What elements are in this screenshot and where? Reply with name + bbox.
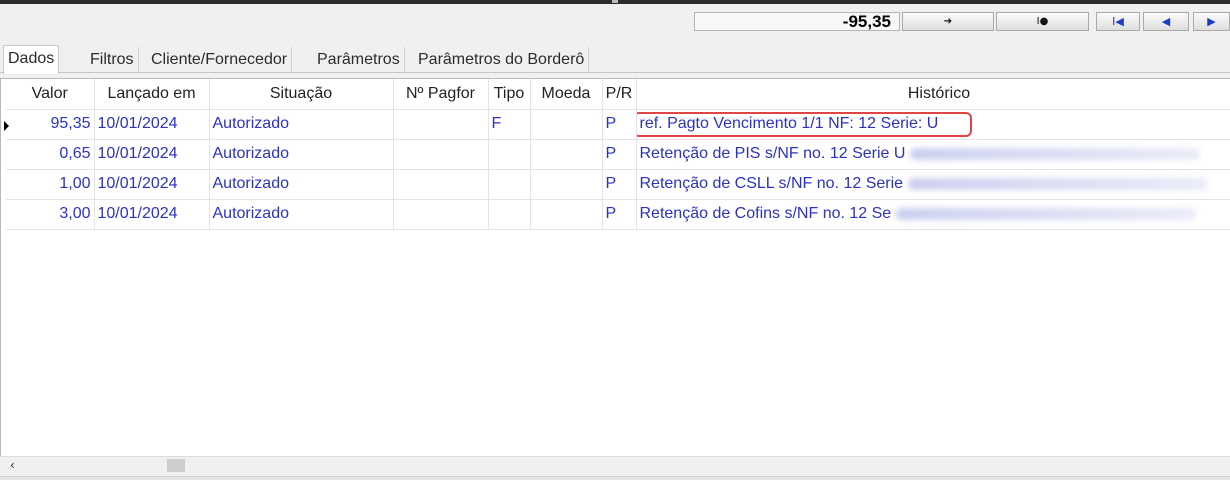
- column-header-moeda[interactable]: Moeda: [530, 79, 603, 110]
- tab-baseline: [0, 72, 1230, 73]
- column-header-pr[interactable]: P/R: [602, 79, 637, 110]
- redacted-text: [909, 147, 1200, 160]
- data-table: Valor Lançado em Situação Nº Pagfor Tipo…: [6, 79, 1230, 230]
- cell-pr[interactable]: P: [602, 169, 637, 200]
- tab-cliente-fornecedor[interactable]: Cliente/Fornecedor: [147, 47, 293, 73]
- tab-filtros[interactable]: Filtros: [86, 47, 139, 73]
- tab-dados[interactable]: Dados: [3, 45, 60, 74]
- table-row[interactable]: 1,00 10/01/2024 Autorizado P Retenção de…: [6, 169, 1230, 200]
- cell-lancado[interactable]: 10/01/2024: [94, 139, 210, 170]
- cell-historico[interactable]: ref. Pagto Vencimento 1/1 NF: 12 Serie: …: [636, 109, 1230, 140]
- toolbar: -95,35 ➔ I● I◀ ◀ ▶: [0, 4, 1230, 34]
- record-button[interactable]: I●: [996, 12, 1089, 31]
- table-row[interactable]: 95,35 10/01/2024 Autorizado F P ref. Pag…: [6, 109, 1230, 140]
- header-row: Valor Lançado em Situação Nº Pagfor Tipo…: [6, 79, 1230, 110]
- column-header-lancado[interactable]: Lançado em: [94, 79, 210, 110]
- cell-situacao[interactable]: Autorizado: [209, 169, 394, 200]
- tab-bar: Dados Filtros Cliente/Fornecedor Parâmet…: [0, 45, 1230, 74]
- notch: [612, 0, 618, 3]
- tab-parametros[interactable]: Parâmetros: [313, 47, 405, 73]
- cell-pagfor[interactable]: [393, 109, 489, 140]
- cell-historico[interactable]: Retenção de PIS s/NF no. 12 Serie U: [636, 139, 1230, 170]
- column-header-historico[interactable]: Histórico: [636, 79, 1230, 110]
- table-row[interactable]: 3,00 10/01/2024 Autorizado P Retenção de…: [6, 199, 1230, 230]
- prev-record-button[interactable]: ◀: [1143, 12, 1189, 31]
- record-dot-icon: I●: [1036, 15, 1049, 27]
- historico-text: Retenção de PIS s/NF no. 12 Serie U: [639, 145, 906, 162]
- bottom-border: [0, 476, 1230, 480]
- table-row[interactable]: 0,65 10/01/2024 Autorizado P Retenção de…: [6, 139, 1230, 170]
- cell-tipo[interactable]: [488, 199, 531, 230]
- arrow-right-icon: ➔: [943, 15, 953, 27]
- next-record-icon: ▶: [1207, 15, 1216, 28]
- cell-pr[interactable]: P: [602, 199, 637, 230]
- cell-lancado[interactable]: 10/01/2024: [94, 169, 210, 200]
- next-record-button[interactable]: ▶: [1193, 12, 1230, 31]
- total-display: -95,35: [694, 12, 900, 31]
- prev-record-icon: ◀: [1161, 15, 1171, 28]
- scroll-left-icon[interactable]: ‹: [10, 458, 15, 472]
- historico-text: ref. Pagto Vencimento 1/1 NF: 12 Serie: …: [639, 115, 939, 132]
- cell-tipo[interactable]: [488, 139, 531, 170]
- first-record-icon: I◀: [1112, 15, 1124, 28]
- cell-moeda[interactable]: [530, 109, 603, 140]
- cell-pagfor[interactable]: [393, 139, 489, 170]
- cell-moeda[interactable]: [530, 169, 603, 200]
- cell-situacao[interactable]: Autorizado: [209, 109, 394, 140]
- horizontal-scrollbar[interactable]: ‹: [0, 456, 1230, 473]
- cell-valor[interactable]: 3,00: [6, 199, 95, 230]
- redacted-text: [907, 177, 1208, 190]
- cell-valor[interactable]: 1,00: [6, 169, 95, 200]
- cell-tipo[interactable]: [488, 169, 531, 200]
- cell-lancado[interactable]: 10/01/2024: [94, 199, 210, 230]
- cell-situacao[interactable]: Autorizado: [209, 199, 394, 230]
- cell-moeda[interactable]: [530, 199, 603, 230]
- historico-text: Retenção de Cofins s/NF no. 12 Se: [639, 205, 892, 222]
- column-header-tipo[interactable]: Tipo: [488, 79, 531, 110]
- redacted-text: [895, 207, 1196, 220]
- cell-historico[interactable]: Retenção de Cofins s/NF no. 12 Se: [636, 199, 1230, 230]
- cell-pagfor[interactable]: [393, 169, 489, 200]
- cell-historico[interactable]: Retenção de CSLL s/NF no. 12 Serie: [636, 169, 1230, 200]
- historico-text: Retenção de CSLL s/NF no. 12 Serie: [639, 175, 904, 192]
- cell-valor[interactable]: 0,65: [6, 139, 95, 170]
- cell-pr[interactable]: P: [602, 109, 637, 140]
- cell-tipo[interactable]: F: [488, 109, 531, 140]
- cell-pagfor[interactable]: [393, 199, 489, 230]
- first-record-button[interactable]: I◀: [1096, 12, 1140, 31]
- column-header-pagfor[interactable]: Nº Pagfor: [393, 79, 489, 110]
- cell-lancado[interactable]: 10/01/2024: [94, 109, 210, 140]
- cell-pr[interactable]: P: [602, 139, 637, 170]
- data-grid[interactable]: Valor Lançado em Situação Nº Pagfor Tipo…: [0, 78, 1230, 456]
- cell-valor[interactable]: 95,35: [6, 109, 95, 140]
- next-arrow-button[interactable]: ➔: [902, 12, 994, 31]
- app-window: -95,35 ➔ I● I◀ ◀ ▶ Dados Filtros Cliente…: [0, 0, 1230, 480]
- tab-parametros-bordero[interactable]: Parâmetros do Borderô: [414, 47, 590, 73]
- scrollbar-thumb[interactable]: [167, 459, 185, 472]
- cell-moeda[interactable]: [530, 139, 603, 170]
- column-header-situacao[interactable]: Situação: [209, 79, 394, 110]
- column-header-valor[interactable]: Valor: [6, 79, 95, 110]
- cell-situacao[interactable]: Autorizado: [209, 139, 394, 170]
